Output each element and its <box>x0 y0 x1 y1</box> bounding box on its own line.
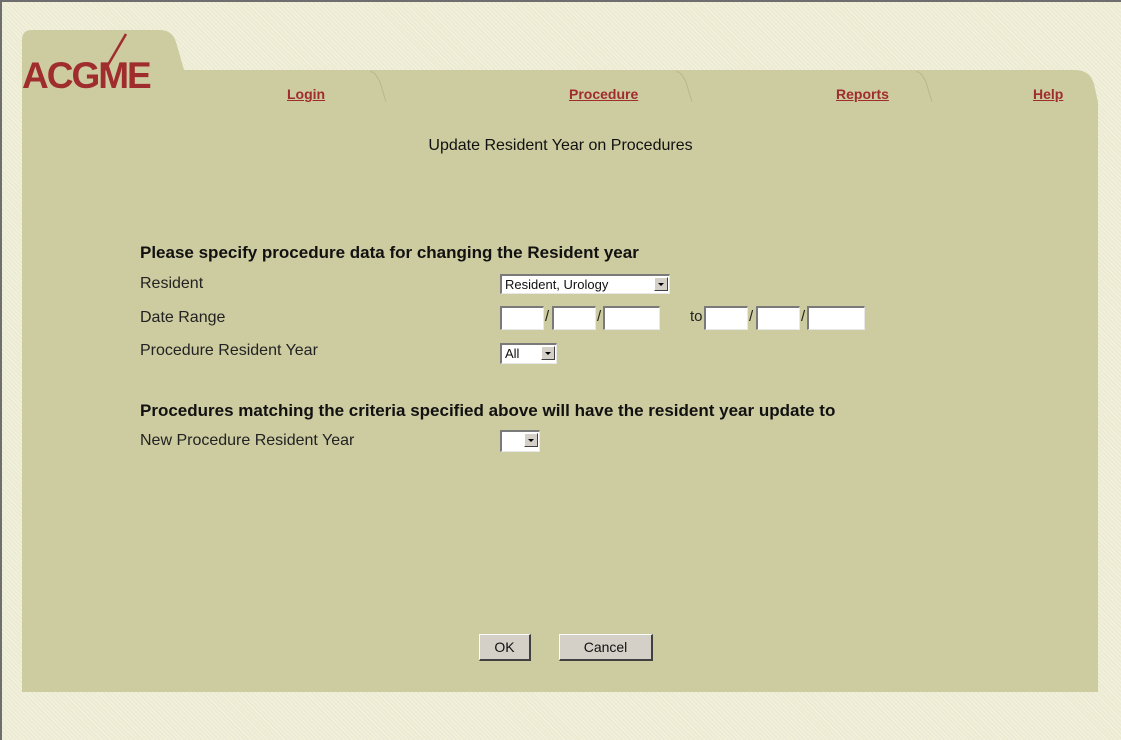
acgme-logo: ACGME <box>22 55 152 96</box>
cancel-button[interactable]: Cancel <box>559 634 653 661</box>
procedure-year-label: Procedure Resident Year <box>140 342 318 359</box>
date-range-label: Date Range <box>140 309 226 326</box>
criteria-heading: Please specify procedure data for changi… <box>140 243 639 262</box>
chevron-down-icon[interactable] <box>654 277 668 291</box>
date-separator: / <box>597 308 602 325</box>
update-heading: Procedures matching the criteria specifi… <box>140 401 836 420</box>
start-year-input[interactable] <box>603 306 660 330</box>
tab-procedure[interactable]: Procedure <box>569 86 638 102</box>
tab-login[interactable]: Login <box>287 86 325 102</box>
end-day-input[interactable] <box>756 306 800 330</box>
resident-label: Resident <box>140 275 204 292</box>
end-month-input[interactable] <box>704 306 748 330</box>
start-day-input[interactable] <box>552 306 596 330</box>
date-separator: / <box>749 308 754 325</box>
start-month-input[interactable] <box>500 306 544 330</box>
new-year-select[interactable] <box>500 430 540 452</box>
tab-reports[interactable]: Reports <box>836 86 889 102</box>
procedure-year-value: All <box>505 346 520 361</box>
main-panel <box>22 102 1098 692</box>
date-separator: / <box>545 308 550 325</box>
chevron-down-icon[interactable] <box>541 346 555 360</box>
tab-bar-shapes <box>22 30 1098 103</box>
ok-button[interactable]: OK <box>479 634 531 661</box>
window-border-left <box>0 0 2 740</box>
procedure-year-select[interactable]: All <box>500 343 557 364</box>
date-to-label: to <box>690 308 703 325</box>
date-separator: / <box>801 308 806 325</box>
logo-slash-icon <box>103 33 128 71</box>
tab-help[interactable]: Help <box>1033 86 1063 102</box>
new-year-label: New Procedure Resident Year <box>140 432 355 449</box>
resident-select[interactable]: Resident, Urology <box>500 274 670 294</box>
resident-select-value: Resident, Urology <box>505 277 609 292</box>
end-year-input[interactable] <box>807 306 865 330</box>
page-title: Update Resident Year on Procedures <box>428 137 693 154</box>
chevron-down-icon[interactable] <box>524 433 538 447</box>
